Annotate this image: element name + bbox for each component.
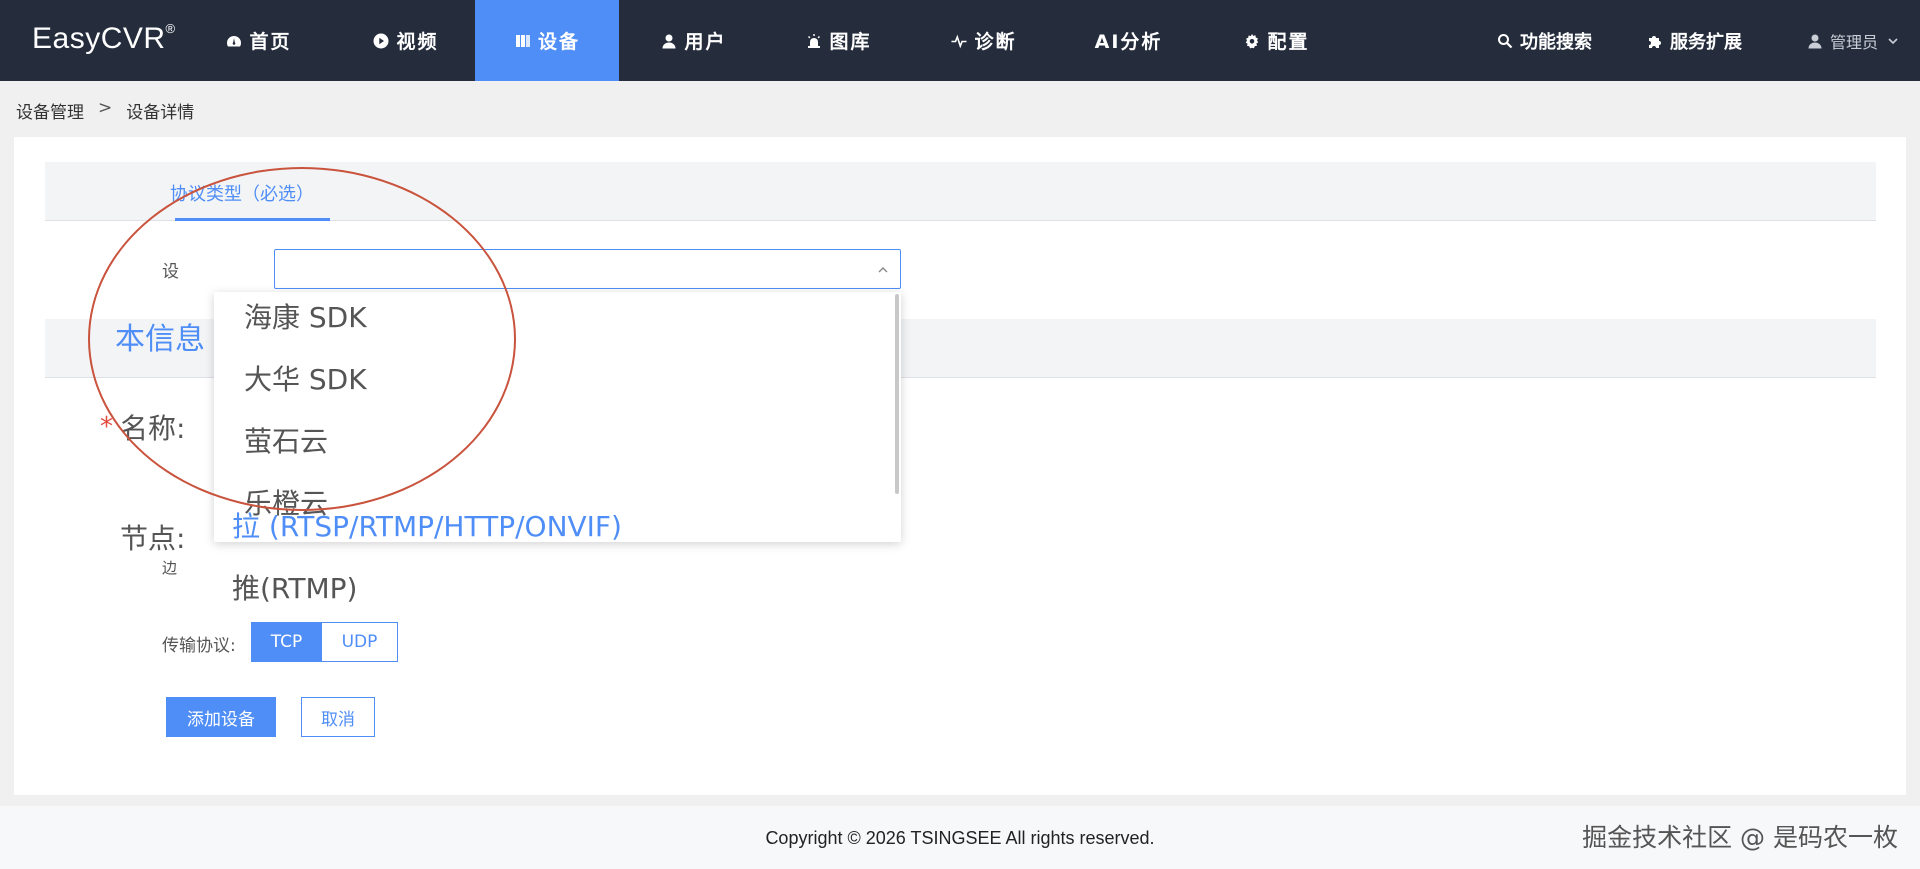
nav-label: AI分析 bbox=[1094, 31, 1163, 53]
dropdown-option[interactable]: 大华 SDK bbox=[244, 358, 367, 398]
breadcrumb-separator: > bbox=[98, 98, 113, 118]
nav-label: 诊断 bbox=[974, 31, 1017, 53]
dropdown-option[interactable]: 推(RTMP) bbox=[232, 567, 357, 607]
play-circle-icon bbox=[372, 32, 390, 50]
nav-label: 首页 bbox=[249, 31, 292, 53]
breadcrumb: 设备管理 > 设备详情 bbox=[16, 98, 194, 123]
dashboard-icon bbox=[225, 32, 243, 50]
gear-icon bbox=[1243, 32, 1261, 50]
nav-item-video[interactable]: 视频 bbox=[350, 0, 461, 81]
breadcrumb-parent[interactable]: 设备管理 bbox=[16, 98, 84, 123]
dropdown-option[interactable]: 萤石云 bbox=[244, 420, 328, 460]
nav-label: 视频 bbox=[396, 31, 439, 53]
nav-item-home[interactable]: 首页 bbox=[203, 0, 314, 81]
main-panel: 协议类型（必选） 设 本信息 * 名称: 节点: 边 传输协议: TCP UDP… bbox=[14, 137, 1906, 795]
user-avatar-icon bbox=[1806, 32, 1824, 50]
chevron-down-icon bbox=[1884, 32, 1902, 50]
node-label: 节点: bbox=[120, 522, 186, 555]
protocol-select[interactable] bbox=[274, 249, 901, 289]
section-underline bbox=[175, 218, 330, 221]
watermark-text: 掘金技术社区 @ 是码农一枚 bbox=[1582, 823, 1898, 852]
protocol-section-header: 协议类型（必选） bbox=[45, 162, 1876, 221]
brand-logo[interactable]: EasyCVR® bbox=[32, 21, 176, 56]
access-label: 设 bbox=[162, 262, 179, 282]
name-label: 名称: bbox=[120, 412, 186, 445]
search-icon bbox=[1496, 32, 1514, 50]
service-extension-button[interactable]: 服务扩展 bbox=[1646, 0, 1742, 81]
node-small-label: 边 bbox=[162, 559, 178, 577]
udp-option[interactable]: UDP bbox=[321, 622, 398, 662]
nav-item-user[interactable]: 用户 bbox=[638, 0, 749, 81]
breadcrumb-current: 设备详情 bbox=[126, 103, 195, 123]
dropdown-scrollbar[interactable] bbox=[895, 294, 899, 494]
top-navbar: EasyCVR® 首页 视频 设备 用户 图库 诊断 AI分析 配置 功能搜索 … bbox=[0, 0, 1920, 81]
dropdown-option-selected[interactable]: 拉 (RTSP/RTMP/HTTP/ONVIF) bbox=[232, 505, 622, 545]
user-menu[interactable]: 管理员 bbox=[1806, 0, 1902, 81]
nav-item-ai-analysis[interactable]: AI分析 bbox=[1073, 0, 1184, 81]
dropdown-option[interactable]: 海康 SDK bbox=[244, 296, 367, 336]
user-name: 管理员 bbox=[1829, 32, 1878, 52]
nav-label: 服务扩展 bbox=[1670, 31, 1742, 53]
nav-item-device[interactable]: 设备 bbox=[475, 0, 619, 81]
footer: Copyright © 2026 TSINGSEE All rights res… bbox=[0, 806, 1920, 869]
function-search-button[interactable]: 功能搜索 bbox=[1496, 0, 1592, 81]
nav-label: 设备 bbox=[537, 31, 580, 53]
chevron-up-icon bbox=[876, 262, 890, 276]
nav-item-gallery[interactable]: 图库 bbox=[783, 0, 894, 81]
protocol-section-title: 协议类型（必选） bbox=[170, 184, 314, 205]
nav-label: 配置 bbox=[1267, 31, 1310, 53]
user-icon bbox=[660, 32, 678, 50]
transport-protocol-label: 传输协议: bbox=[162, 636, 236, 656]
add-device-button[interactable]: 添加设备 bbox=[166, 697, 276, 737]
nav-label: 图库 bbox=[829, 31, 872, 53]
nav-label: 功能搜索 bbox=[1520, 31, 1592, 53]
required-mark: * bbox=[100, 412, 113, 442]
basic-info-section-title: 本信息 bbox=[115, 322, 205, 357]
tcp-option[interactable]: TCP bbox=[251, 622, 322, 662]
nav-item-config[interactable]: 配置 bbox=[1221, 0, 1332, 81]
brand-reg-mark: ® bbox=[165, 21, 176, 36]
brand-name: EasyCVR bbox=[32, 22, 166, 55]
pulse-icon bbox=[950, 32, 968, 50]
puzzle-icon bbox=[1646, 32, 1664, 50]
nav-item-diagnosis[interactable]: 诊断 bbox=[928, 0, 1039, 81]
alarm-light-icon bbox=[805, 32, 823, 50]
cancel-button[interactable]: 取消 bbox=[301, 697, 375, 737]
device-grid-icon bbox=[514, 32, 532, 50]
nav-label: 用户 bbox=[684, 31, 727, 53]
